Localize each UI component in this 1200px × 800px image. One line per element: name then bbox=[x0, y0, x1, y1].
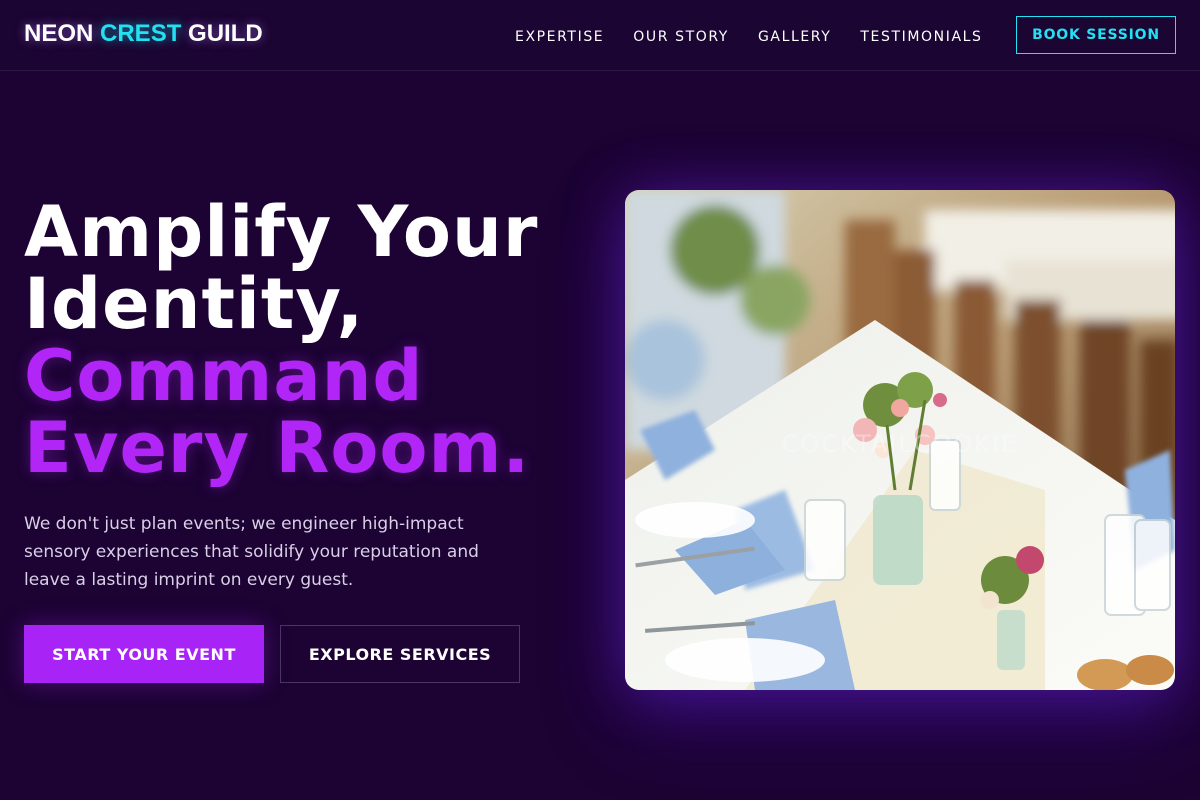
main-nav: EXPERTISE OUR STORY GALLERY TESTIMONIALS bbox=[515, 26, 1012, 45]
hero-subtext: We don't just plan events; we engineer h… bbox=[24, 514, 479, 590]
site-header: NEON CREST GUILD EXPERTISE OUR STORY GALLE… bbox=[0, 0, 1200, 71]
headline-line-1: Amplify Your bbox=[24, 191, 539, 273]
logo-text-guild: GUILD bbox=[188, 20, 263, 47]
start-your-event-button[interactable]: START YOUR EVENT bbox=[24, 625, 264, 683]
nav-link-gallery[interactable]: GALLERY bbox=[758, 29, 831, 45]
headline-line-3: Command bbox=[24, 335, 424, 417]
image-watermark: COCKTAILCOOKIE bbox=[782, 430, 1018, 458]
hero-headline: Amplify Your Identity, Command Every Roo… bbox=[24, 196, 584, 484]
nav-link-testimonials[interactable]: TESTIMONIALS bbox=[860, 29, 982, 45]
event-table-photo: COCKTAILCOOKIE bbox=[625, 190, 1175, 690]
nav-link-expertise[interactable]: EXPERTISE bbox=[515, 29, 604, 45]
hero-image: COCKTAILCOOKIE bbox=[625, 190, 1175, 690]
headline-line-2: Identity, bbox=[24, 263, 365, 345]
nav-link-our-story[interactable]: OUR STORY bbox=[633, 29, 729, 45]
book-session-button[interactable]: BOOK SESSION bbox=[1016, 16, 1176, 54]
headline-line-4: Every Room. bbox=[24, 407, 531, 489]
logo-text-neon: NEON bbox=[24, 20, 94, 47]
logo-text-crest: CREST bbox=[100, 20, 182, 47]
explore-services-button[interactable]: EXPLORE SERVICES bbox=[280, 625, 520, 683]
logo[interactable]: NEON CREST GUILD bbox=[24, 20, 263, 48]
